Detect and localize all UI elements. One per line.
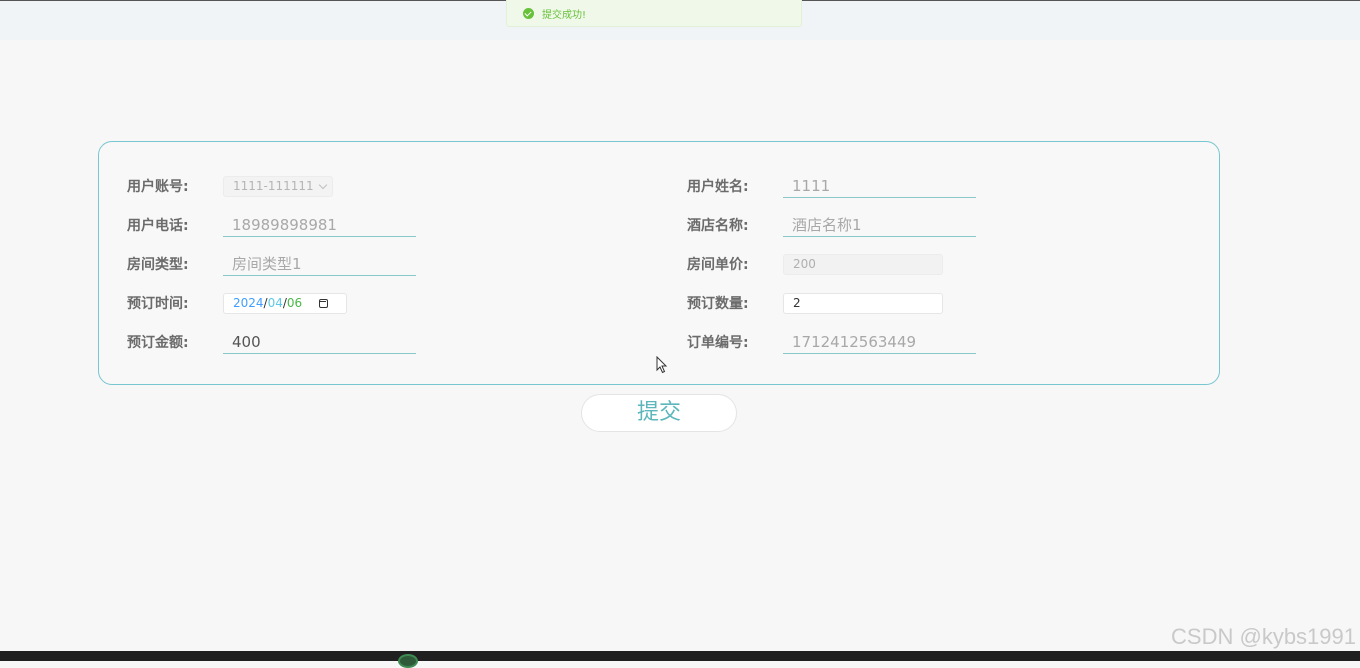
hotel-name-label: 酒店名称: [687, 218, 749, 234]
order-number-input[interactable]: 1712412563449 [783, 330, 976, 354]
hotel-name-input[interactable]: 酒店名称1 [783, 213, 976, 237]
order-number-label: 订单编号: [687, 335, 749, 351]
calendar-icon[interactable] [319, 298, 329, 308]
field-order-number: 订单编号: 1712412563449 [687, 330, 976, 354]
field-user-name: 用户姓名: 1111 [687, 174, 976, 198]
date-month: 04 [267, 296, 283, 310]
booking-count-input[interactable]: 2 [783, 292, 943, 314]
user-account-value: 1111-111111 [233, 179, 314, 193]
room-price-label: 房间单价: [687, 257, 749, 273]
field-booking-count: 预订数量: 2 [687, 291, 943, 315]
watermark: CSDN @kybs1991 [1171, 624, 1356, 649]
date-year: 2024 [233, 296, 264, 310]
field-booking-amount: 预订金额: 400 [127, 330, 416, 354]
room-price-input[interactable]: 200 [783, 253, 943, 275]
submit-button[interactable]: 提交 [581, 394, 737, 432]
user-name-label: 用户姓名: [687, 179, 749, 195]
user-phone-label: 用户电话: [127, 218, 189, 234]
room-type-label: 房间类型: [127, 257, 189, 273]
date-day: 06 [286, 296, 303, 310]
booking-date-input[interactable]: 2024 / 04 / 06 [223, 292, 347, 314]
user-account-label: 用户账号: [127, 179, 189, 195]
booking-count-label: 预订数量: [687, 296, 749, 312]
field-room-price: 房间单价: 200 [687, 252, 943, 276]
taskbar-app-icon[interactable] [398, 654, 418, 668]
booking-amount-input[interactable]: 400 [223, 330, 416, 354]
field-booking-date: 预订时间: 2024 / 04 / 06 [127, 291, 347, 315]
field-user-account: 用户账号: 1111-111111 [127, 174, 333, 198]
taskbar [0, 651, 1360, 661]
user-name-input[interactable]: 1111 [783, 174, 976, 198]
field-room-type: 房间类型: 房间类型1 [127, 252, 416, 276]
field-hotel-name: 酒店名称: 酒店名称1 [687, 213, 976, 237]
success-toast: 提交成功! [506, 0, 802, 27]
check-circle-icon [523, 7, 534, 19]
toast-message: 提交成功! [542, 9, 587, 21]
user-account-select[interactable]: 1111-111111 [223, 175, 333, 197]
booking-date-label: 预订时间: [127, 296, 189, 312]
room-type-input[interactable]: 房间类型1 [223, 252, 416, 276]
user-phone-input[interactable]: 18989898981 [223, 213, 416, 237]
chevron-down-icon [318, 180, 327, 189]
booking-form: 用户账号: 1111-111111 用户电话: 18989898981 房间类型… [98, 141, 1220, 385]
field-user-phone: 用户电话: 18989898981 [127, 213, 416, 237]
booking-amount-label: 预订金额: [127, 335, 189, 351]
